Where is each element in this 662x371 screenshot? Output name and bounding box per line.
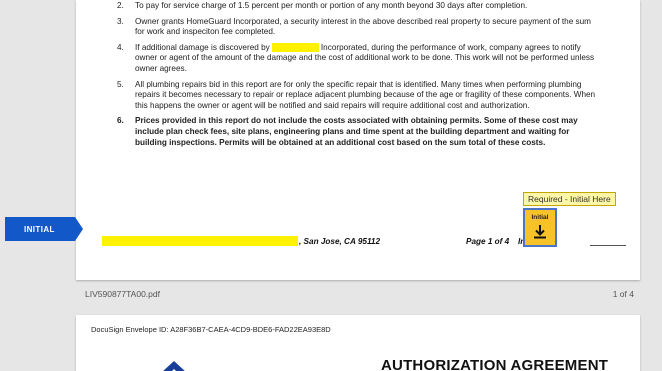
agreement-title: AUTHORIZATION AGREEMENT [381,357,609,371]
initial-field-label: Initial [531,214,549,221]
document-filename: LIV590877TA00.pdf [85,289,160,299]
term-item: 2. To pay for service charge of 1.5 perc… [116,1,596,12]
term-item: 6. Prices provided in this report do not… [116,116,596,148]
term-item: 5. All plumbing repairs bid in this repo… [116,80,596,112]
redacted-highlight: HomeGuard [272,42,319,52]
terms-list: 2. To pay for service charge of 1.5 perc… [116,0,596,153]
term-number: 5. [117,79,124,89]
term-number: 4. [117,42,124,52]
term-text: To pay for service charge of 1.5 percent… [135,1,528,10]
document-page-count: 1 of 4 [612,289,634,299]
initial-tab-label: INITIAL [24,224,55,234]
tooltip-text: Required - Initial Here [528,194,611,204]
download-arrow-icon [534,225,546,239]
document-page-2: DocuSign Envelope ID: A28F36B7-CAEA-4CD9… [76,315,640,371]
term-text-before: If additional damage is discovered by [135,42,270,52]
required-tooltip: Required - Initial Here [523,192,616,206]
term-item: 4. If additional damage is discovered by… [116,42,596,75]
term-text: Owner grants HomeGuard Incorporated, a s… [135,16,592,37]
footer-address: , San Jose, CA 95112 [299,237,381,246]
initials-line [590,245,626,246]
envelope-id: DocuSign Envelope ID: A28F36B7-CAEA-4CD9… [91,325,331,334]
initial-nav-tab[interactable]: INITIAL [5,217,83,241]
term-text: Prices provided in this report do not in… [135,116,578,147]
footer-page-number: Page 1 of 4 [466,237,510,246]
term-number: 3. [117,16,124,26]
redacted-address-highlight [102,236,298,246]
term-number: 2. [117,1,124,10]
term-text: All plumbing repairs bid in this report … [135,79,596,110]
term-text: If additional damage is discovered by Ho… [135,42,596,75]
initial-field-button[interactable]: Initial [523,208,557,247]
term-number: 6. [117,116,124,126]
term-item: 3. Owner grants HomeGuard Incorporated, … [116,17,596,38]
